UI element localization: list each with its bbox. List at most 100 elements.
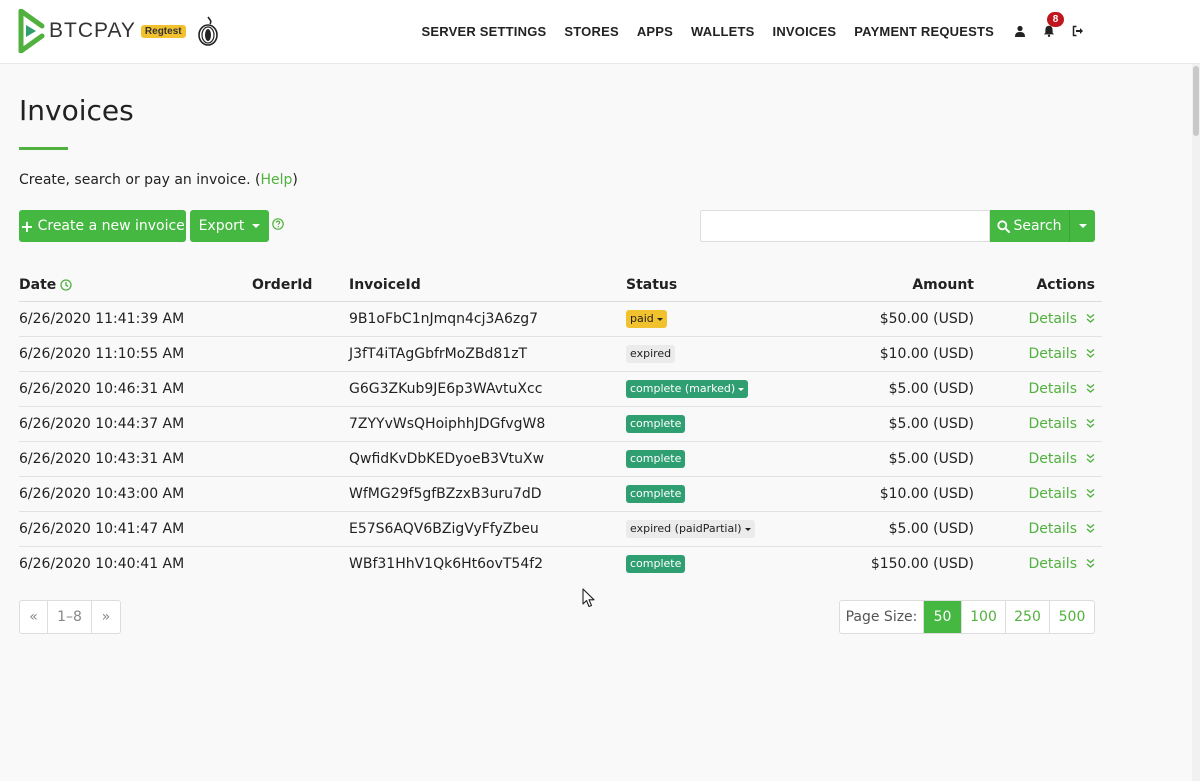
invoice-date: 6/26/2020 10:43:00 AM (19, 486, 185, 502)
notifications-button[interactable]: 8 (1041, 12, 1064, 39)
table-row: 6/26/2020 11:10:55 AM J3fT4iTAgGbfrMoZBd… (19, 337, 1102, 372)
page-scrollbar[interactable] (1192, 64, 1200, 781)
status-badge-label: complete (630, 452, 682, 465)
page-size-50[interactable]: 50 (924, 601, 962, 633)
invoice-date: 6/26/2020 11:10:55 AM (19, 346, 185, 362)
caret-down-icon (252, 224, 261, 228)
details-link[interactable]: Details (1028, 521, 1077, 537)
nav-payment-requests[interactable]: PAYMENT REQUESTS (854, 24, 994, 39)
page-size-100[interactable]: 100 (962, 601, 1006, 633)
invoice-id: WfMG29f5gfBZzxB3uru7dD (349, 486, 542, 502)
details-link[interactable]: Details (1028, 486, 1077, 502)
export-dropdown-button[interactable]: Export (190, 210, 269, 242)
invoice-date: 6/26/2020 11:41:39 AM (19, 311, 185, 327)
status-badge: expired (626, 345, 676, 363)
search-input[interactable] (700, 210, 990, 242)
status-badge[interactable]: paid (626, 310, 667, 328)
page-size-selector: Page Size: 50 100 250 500 (839, 600, 1095, 634)
page-size-label: Page Size: (840, 601, 924, 633)
status-badge: complete (626, 555, 686, 573)
invoice-table-header: Date OrderId InvoiceId Status Amount Act… (19, 268, 1102, 302)
page-size-250[interactable]: 250 (1006, 601, 1050, 633)
search-icon (997, 219, 1011, 233)
scrollbar-thumb[interactable] (1193, 66, 1199, 136)
status-badge[interactable]: complete (marked) (626, 380, 749, 398)
status-badge-label: complete (marked) (630, 382, 736, 395)
logout-button[interactable] (1070, 23, 1086, 39)
sign-out-icon (1072, 25, 1083, 37)
double-chevron-down-icon[interactable] (1085, 558, 1096, 569)
account-button[interactable] (1012, 23, 1028, 39)
status-cell: complete (626, 485, 686, 503)
status-badge: complete (626, 485, 686, 503)
double-chevron-down-icon[interactable] (1085, 383, 1096, 394)
next-page-button[interactable]: » (92, 601, 120, 633)
brand-name: BTCPAY (49, 19, 136, 42)
details-link[interactable]: Details (1028, 556, 1077, 572)
tor-onion-icon (197, 16, 218, 46)
create-invoice-button[interactable]: + Create a new invoice (19, 210, 186, 242)
search-button[interactable]: Search (990, 210, 1069, 242)
notification-count-badge: 8 (1047, 12, 1064, 27)
double-chevron-down-icon[interactable] (1085, 488, 1096, 499)
user-icon (1015, 25, 1025, 37)
page-title: Invoices (19, 94, 134, 127)
table-row: 6/26/2020 10:41:47 AM E57S6AQV6BZigVyFfy… (19, 512, 1102, 547)
status-cell: paid (626, 310, 667, 328)
status-badge-label: expired (630, 347, 672, 360)
invoice-id: WBf31HhV1Qk6Ht6ovT54f2 (349, 556, 544, 572)
previous-page-button[interactable]: « (20, 601, 48, 633)
column-header-status: Status (626, 277, 678, 293)
nav-invoices[interactable]: INVOICES (773, 24, 837, 39)
details-link[interactable]: Details (1028, 311, 1077, 327)
details-link[interactable]: Details (1028, 451, 1077, 467)
status-cell: expired (626, 345, 676, 363)
invoice-id: 7ZYYvWsQHoiphhJDGfvgW8 (349, 416, 546, 432)
status-badge[interactable]: expired (paidPartial) (626, 520, 755, 538)
caret-down-icon (738, 387, 745, 391)
column-header-date[interactable]: Date (19, 277, 72, 293)
question-circle-icon[interactable] (272, 218, 284, 230)
invoice-table-body: 6/26/2020 11:41:39 AM 9B1oFbC1nJmqn4cj3A… (19, 302, 1102, 582)
table-row: 6/26/2020 10:46:31 AM G6G3ZKub9JE6p3WAvt… (19, 372, 1102, 407)
invoice-id: J3fT4iTAgGbfrMoZBd81zT (349, 346, 528, 362)
table-row: 6/26/2020 10:44:37 AM 7ZYYvWsQHoiphhJDGf… (19, 407, 1102, 442)
nav-wallets[interactable]: WALLETS (691, 24, 755, 39)
invoice-id: E57S6AQV6BZigVyFfyZbeu (349, 521, 539, 537)
caret-down-icon (1078, 224, 1087, 228)
nav-apps[interactable]: APPS (637, 24, 673, 39)
help-link[interactable]: Help (260, 172, 292, 188)
details-link[interactable]: Details (1028, 381, 1077, 397)
search-options-toggle[interactable] (1069, 210, 1095, 242)
status-badge-label: expired (paidPartial) (630, 522, 742, 535)
status-badge: complete (626, 450, 686, 468)
plus-icon: + (20, 216, 34, 236)
mouse-cursor-icon (582, 588, 595, 608)
nav-server-settings[interactable]: SERVER SETTINGS (422, 24, 547, 39)
clock-icon[interactable] (60, 279, 72, 291)
invoice-id: G6G3ZKub9JE6p3WAvtuXcc (349, 381, 543, 397)
double-chevron-down-icon[interactable] (1085, 453, 1096, 464)
invoice-amount: $10.00 (USD) (879, 346, 974, 362)
double-chevron-down-icon[interactable] (1085, 418, 1096, 429)
invoice-date: 6/26/2020 10:40:41 AM (19, 556, 185, 572)
invoice-amount: $150.00 (USD) (870, 556, 974, 572)
double-chevron-down-icon[interactable] (1085, 313, 1096, 324)
top-navbar: BTCPAY Regtest SERVER SETTINGS STORES AP… (0, 0, 1200, 64)
double-chevron-down-icon[interactable] (1085, 348, 1096, 359)
page-size-500[interactable]: 500 (1050, 601, 1094, 633)
btcpay-logo-icon (18, 9, 45, 53)
brand[interactable]: BTCPAY Regtest (18, 8, 220, 54)
table-row: 6/26/2020 11:41:39 AM 9B1oFbC1nJmqn4cj3A… (19, 302, 1102, 337)
table-row: 6/26/2020 10:43:31 AM QwfidKvDbKEDyoeB3V… (19, 442, 1102, 477)
details-link[interactable]: Details (1028, 346, 1077, 362)
status-cell: expired (paidPartial) (626, 520, 755, 538)
details-link[interactable]: Details (1028, 416, 1077, 432)
page-lead: Create, search or pay an invoice. (Help) (19, 172, 298, 188)
invoice-date: 6/26/2020 10:44:37 AM (19, 416, 185, 432)
status-cell: complete (626, 555, 686, 573)
caret-down-icon (656, 317, 663, 321)
invoice-amount: $5.00 (USD) (888, 416, 974, 432)
nav-stores[interactable]: STORES (564, 24, 618, 39)
double-chevron-down-icon[interactable] (1085, 523, 1096, 534)
